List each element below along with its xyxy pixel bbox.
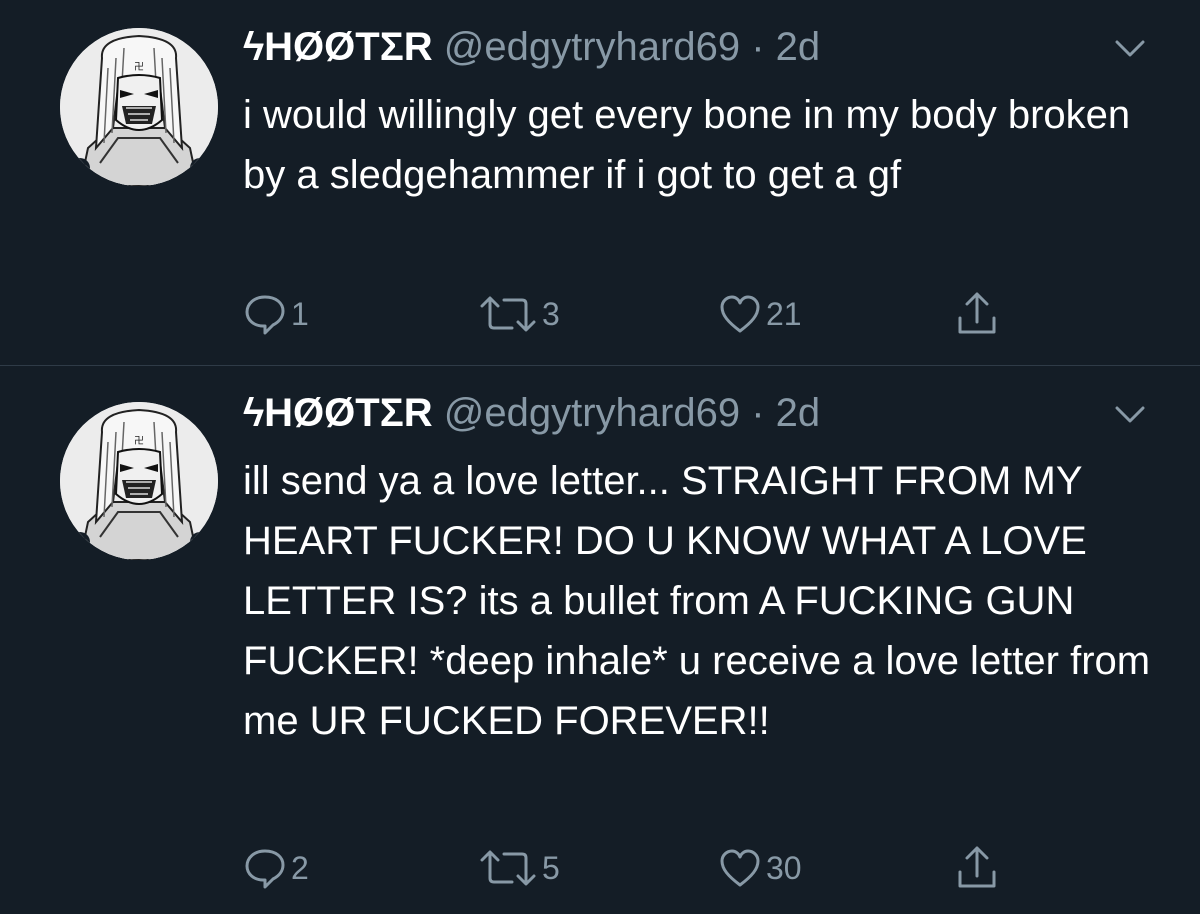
user-handle[interactable]: @edgytryhard69: [444, 391, 740, 435]
tweet-text: i would willingly get every bone in my b…: [243, 93, 1131, 197]
timestamp[interactable]: 2d: [776, 25, 821, 69]
svg-text:卍: 卍: [134, 435, 144, 447]
avatar[interactable]: 卍: [60, 28, 218, 186]
like-count: 30: [766, 850, 802, 886]
tweet[interactable]: 卍 ϟHØØTΣR @edgytryhard69 · 2d ill send y…: [0, 366, 1200, 914]
like-count: 21: [766, 296, 802, 332]
separator-dot: ·: [751, 25, 765, 69]
display-name[interactable]: ϟHØØTΣR: [243, 391, 433, 435]
reply-count: 1: [291, 296, 309, 332]
chevron-down-icon[interactable]: [1114, 404, 1146, 426]
display-name[interactable]: ϟHØØTΣR: [243, 25, 433, 69]
retweet-button[interactable]: 5: [478, 840, 560, 896]
tweet-header: ϟHØØTΣR @edgytryhard69 · 2d: [243, 388, 820, 438]
chevron-down-icon[interactable]: [1114, 38, 1146, 60]
tweet-header: ϟHØØTΣR @edgytryhard69 · 2d: [243, 22, 820, 72]
retweet-count: 5: [542, 850, 560, 886]
tweet-text: ill send ya a love letter... STRAIGHT FR…: [243, 459, 1151, 743]
like-button[interactable]: 30: [718, 840, 802, 896]
tweet-actions: 1 3 21: [0, 286, 1200, 342]
timestamp[interactable]: 2d: [776, 391, 821, 435]
like-button[interactable]: 21: [718, 286, 802, 342]
reply-icon: [243, 846, 287, 890]
reply-icon: [243, 292, 287, 336]
heart-icon: [718, 846, 762, 890]
share-button[interactable]: [955, 286, 999, 342]
retweet-icon: [478, 292, 538, 336]
retweet-icon: [478, 846, 538, 890]
reply-count: 2: [291, 850, 309, 886]
retweet-button[interactable]: 3: [478, 286, 560, 342]
svg-text:卍: 卍: [134, 61, 144, 73]
tweet[interactable]: 卍 ϟHØØTΣR @edgytryhard69 · 2d i would wi…: [0, 0, 1200, 365]
reply-button[interactable]: 2: [243, 840, 309, 896]
share-icon: [955, 844, 999, 892]
avatar[interactable]: 卍: [60, 402, 218, 560]
share-icon: [955, 290, 999, 338]
reply-button[interactable]: 1: [243, 286, 309, 342]
tweet-actions: 2 5 30: [0, 840, 1200, 896]
heart-icon: [718, 292, 762, 336]
tweet-feed: 卍 ϟHØØTΣR @edgytryhard69 · 2d i would wi…: [0, 0, 1200, 914]
separator-dot: ·: [751, 391, 765, 435]
retweet-count: 3: [542, 296, 560, 332]
share-button[interactable]: [955, 840, 999, 896]
user-handle[interactable]: @edgytryhard69: [444, 25, 740, 69]
